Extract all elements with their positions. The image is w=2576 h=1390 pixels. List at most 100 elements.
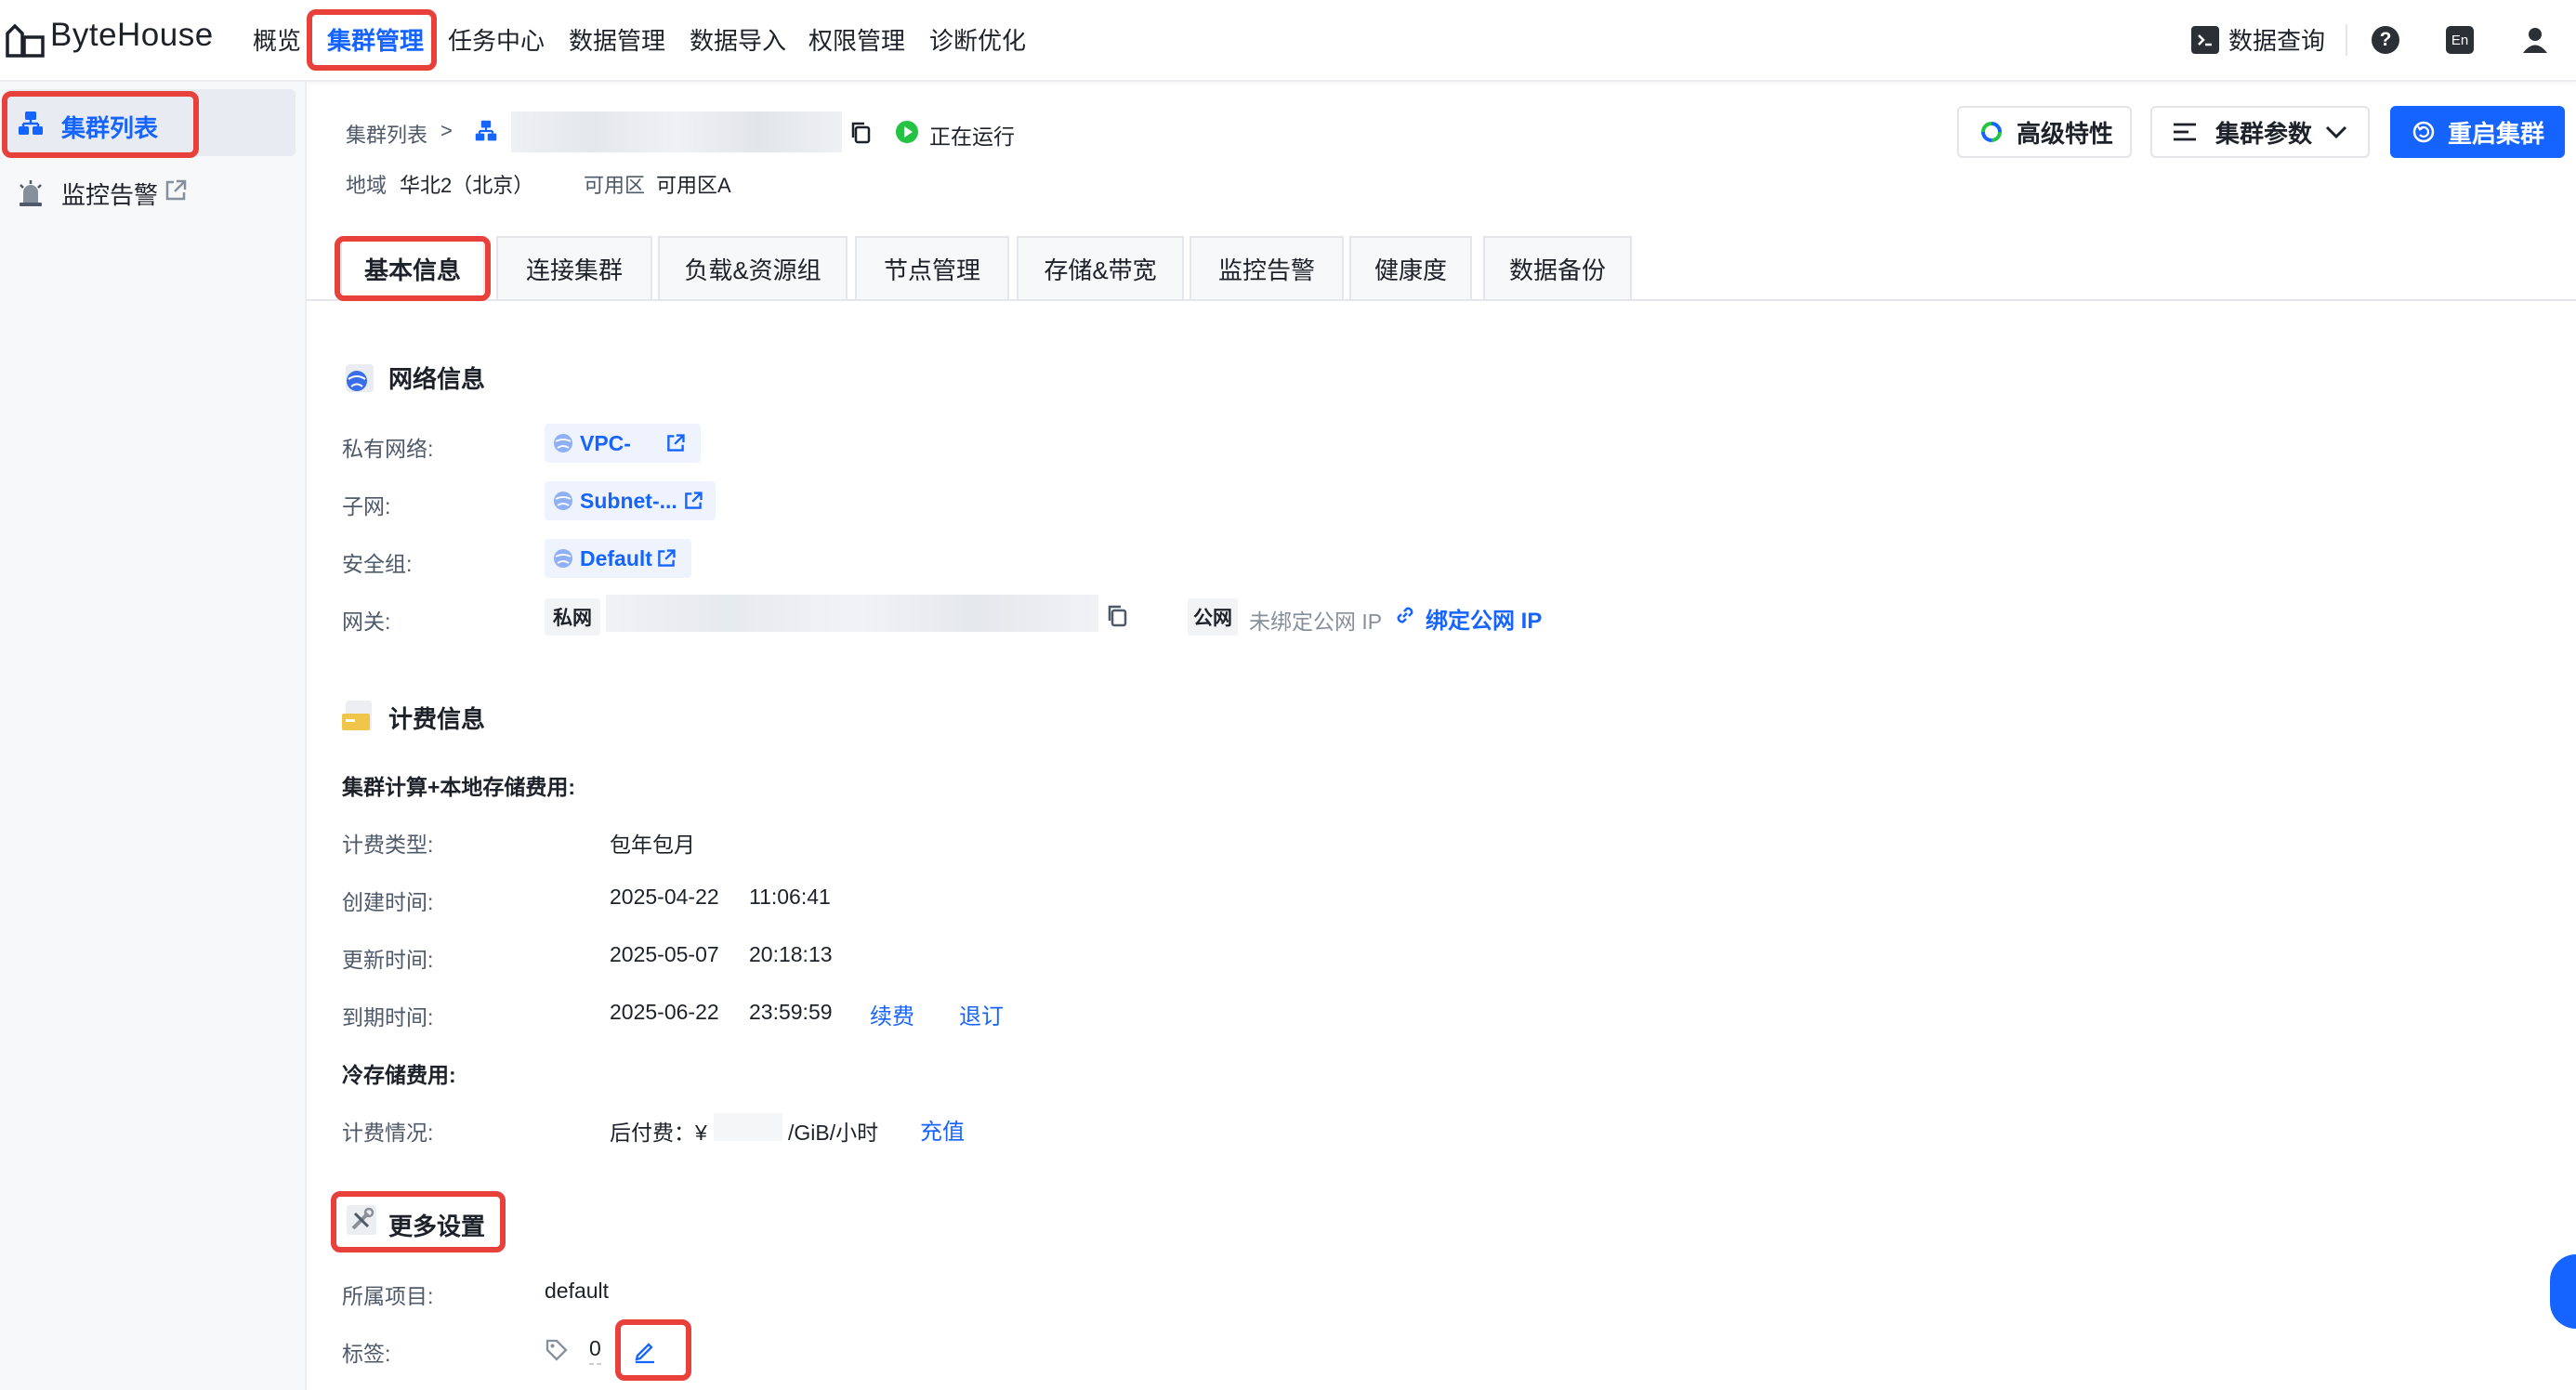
restart-cluster-button[interactable]: 重启集群 (2390, 106, 2565, 158)
tab-node-management[interactable]: 节点管理 (855, 236, 1009, 299)
zone-value: 可用区A (656, 174, 731, 197)
cluster-list-icon (19, 111, 43, 135)
tab-connect-cluster[interactable]: 连接集群 (496, 236, 652, 299)
breadcrumb-cluster-list[interactable]: 集群列表 (346, 119, 427, 149)
unsubscribe-link[interactable]: 退订 (959, 998, 1004, 1030)
zone-label: 可用区 (584, 174, 646, 197)
tab-monitoring-alert[interactable]: 监控告警 (1189, 236, 1344, 299)
top-navigation-bar: ByteHouse 概览 集群管理 任务中心 数据管理 数据导入 权限管理 诊断… (0, 0, 2576, 82)
cluster-icon (475, 120, 497, 141)
help-icon[interactable]: ? (2372, 26, 2399, 54)
advanced-features-button[interactable]: 高级特性 (1957, 106, 2132, 158)
security-group-value: Default (580, 545, 652, 570)
private-network-tag: 私网 (545, 598, 600, 636)
billing-info-icon (342, 701, 372, 730)
nav-data-import[interactable]: 数据导入 (690, 22, 786, 57)
bind-public-ip-link[interactable]: 绑定公网 IP (1426, 602, 1542, 635)
billing-info-title: 计费信息 (388, 705, 486, 733)
highlight-box-tab (335, 236, 491, 301)
billing-type-value: 包年包月 (610, 833, 695, 857)
public-ip-unbound-text: 未绑定公网 IP (1249, 610, 1383, 634)
external-link-icon (658, 549, 676, 567)
expire-time-label: 到期时间: (342, 1005, 434, 1029)
sidebar-item-monitoring-alert[interactable]: 监控告警 (61, 177, 158, 211)
tags-label: 标签: (342, 1342, 391, 1366)
more-settings-title: 更多设置 (388, 1213, 486, 1240)
expire-time: 23:59:59 (749, 1000, 833, 1024)
data-query-link[interactable]: 数据查询 (2228, 22, 2325, 57)
globe-icon (554, 434, 572, 452)
subnet-value: Subnet-... (580, 488, 677, 513)
subnet-link[interactable]: Subnet-... (545, 481, 716, 520)
cold-price-redacted (714, 1113, 782, 1141)
nav-cluster-management[interactable]: 集群管理 (327, 22, 424, 57)
top-divider (2346, 24, 2347, 56)
globe-icon (554, 549, 572, 568)
edit-pencil-icon[interactable] (632, 1338, 658, 1364)
nav-permission-management[interactable]: 权限管理 (808, 22, 905, 57)
public-network-tag: 公网 (1188, 598, 1238, 636)
copy-icon[interactable] (1106, 604, 1128, 628)
alarm-icon (20, 180, 42, 206)
cluster-params-label: 集群参数 (2215, 119, 2313, 148)
network-info-icon (346, 364, 374, 392)
breadcrumb-separator: > (440, 119, 453, 142)
tabs-baseline (307, 299, 2576, 301)
cold-billing-unit: /GiB/小时 (788, 1121, 879, 1145)
vpc-value: VPC- (580, 430, 631, 455)
external-link-icon (667, 434, 685, 452)
security-group-link[interactable]: Default (545, 539, 691, 578)
created-time: 11:06:41 (749, 885, 831, 909)
external-link-icon (684, 492, 703, 509)
sidebar-item-cluster-list[interactable]: 集群列表 (61, 110, 158, 144)
updated-date: 2025-05-07 (610, 942, 719, 966)
floating-assistant-button[interactable] (2550, 1254, 2576, 1329)
cold-billing-prefix: 后付费：¥ (610, 1121, 707, 1145)
created-date: 2025-04-22 (610, 885, 719, 909)
tab-storage-bandwidth[interactable]: 存储&带宽 (1017, 236, 1184, 299)
nav-task-center[interactable]: 任务中心 (448, 22, 545, 57)
updated-time: 20:18:13 (749, 942, 833, 966)
billing-type-label: 计费类型: (342, 833, 434, 857)
terminal-icon[interactable] (2191, 26, 2219, 54)
copy-icon[interactable] (849, 121, 872, 145)
private-ip-redacted (606, 595, 1098, 632)
tags-count[interactable]: 0 (589, 1336, 601, 1365)
settings-tools-icon (347, 1205, 376, 1235)
billing-compute-subtitle: 集群计算+本地存储费用: (342, 775, 576, 799)
nav-diagnosis-optimization[interactable]: 诊断优化 (929, 22, 1026, 57)
recharge-link[interactable]: 充值 (920, 1113, 965, 1146)
sidebar (0, 82, 307, 1390)
nav-overview[interactable]: 概览 (253, 22, 301, 57)
link-icon (1397, 607, 1413, 623)
nav-data-management[interactable]: 数据管理 (569, 22, 665, 57)
created-time-label: 创建时间: (342, 890, 434, 914)
tab-health[interactable]: 健康度 (1349, 236, 1472, 299)
security-group-label: 安全组: (342, 552, 413, 576)
vpc-label: 私有网络: (342, 437, 434, 461)
project-label: 所属项目: (342, 1284, 434, 1308)
external-link-icon[interactable] (164, 178, 188, 203)
cluster-params-button[interactable]: 集群参数 (2150, 106, 2370, 158)
project-value: default (545, 1279, 610, 1303)
advanced-features-label: 高级特性 (2017, 119, 2114, 148)
running-status-icon (896, 121, 918, 143)
bytehouse-logo-icon (6, 23, 45, 58)
language-switch[interactable]: En (2446, 26, 2474, 54)
expire-date: 2025-06-22 (610, 1000, 719, 1024)
chevron-down-icon (2325, 125, 2347, 139)
cold-storage-subtitle: 冷存储费用: (342, 1063, 456, 1087)
region-label: 地域 (346, 174, 388, 197)
user-avatar-icon[interactable] (2520, 26, 2550, 54)
renew-link[interactable]: 续费 (870, 998, 914, 1030)
vpc-link[interactable]: VPC- (545, 424, 701, 463)
restart-icon (2412, 121, 2435, 143)
network-info-title: 网络信息 (388, 365, 486, 393)
app-logo-text[interactable]: ByteHouse (50, 17, 214, 54)
tab-data-backup[interactable]: 数据备份 (1483, 236, 1632, 299)
region-value: 华北2（北京） (400, 174, 534, 197)
cluster-status-text: 正在运行 (929, 125, 1015, 149)
menu-lines-icon (2174, 123, 2196, 141)
tab-load-resource-group[interactable]: 负载&资源组 (658, 236, 848, 299)
cluster-name-redacted (511, 111, 842, 152)
